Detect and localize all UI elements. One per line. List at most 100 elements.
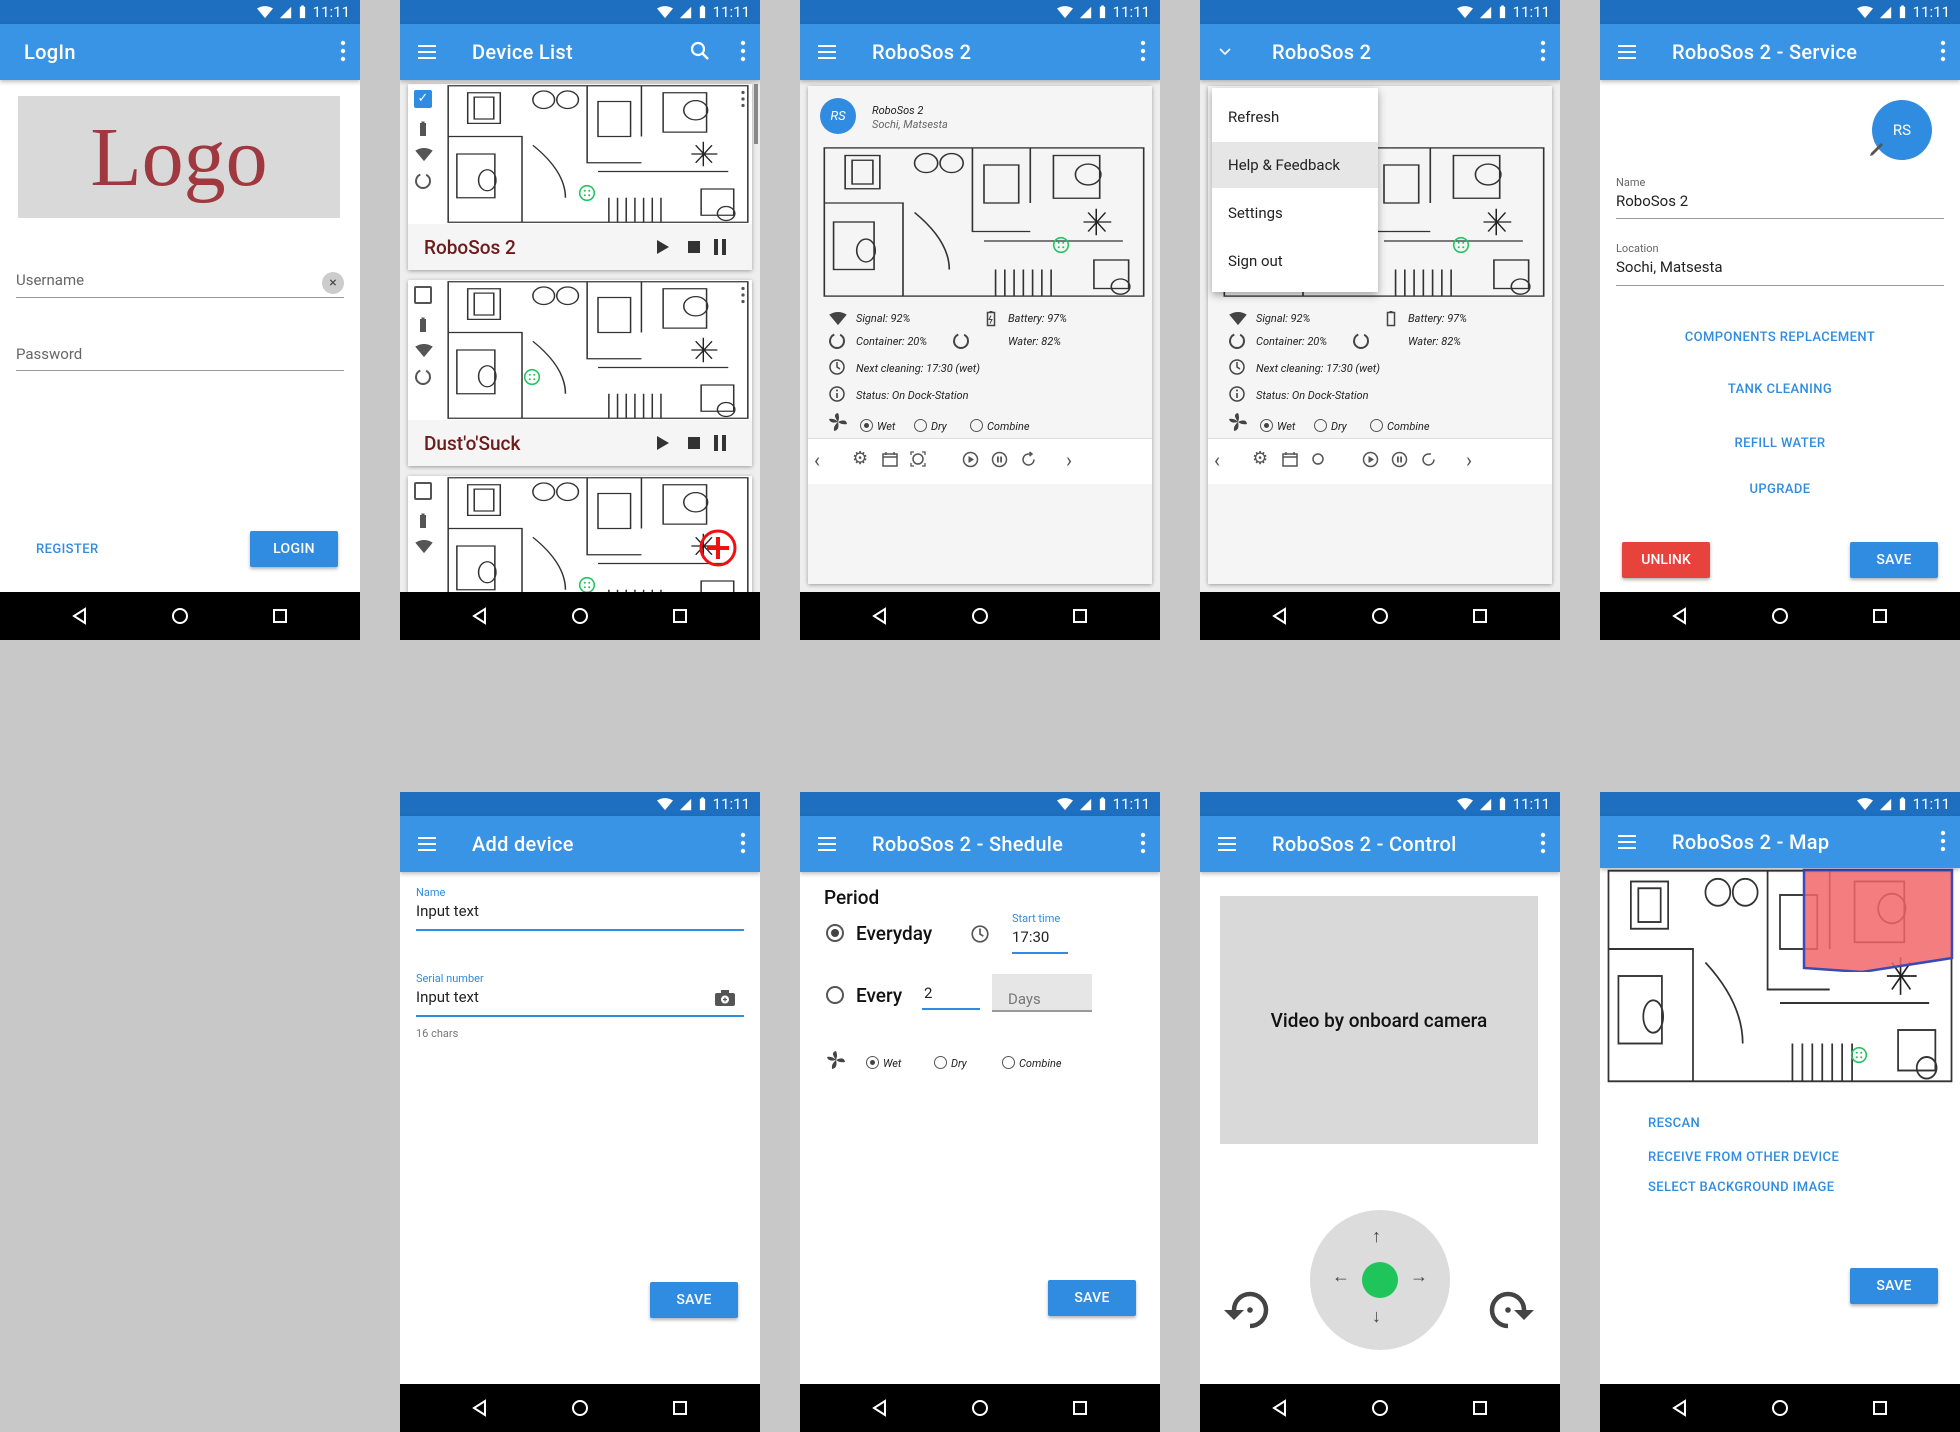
arrow-up-icon[interactable]: ↑ xyxy=(1372,1226,1381,1247)
replay-icon[interactable] xyxy=(1020,451,1037,468)
overflow-menu-icon[interactable] xyxy=(1140,832,1146,854)
stop-icon[interactable] xyxy=(688,241,700,253)
recent-apps-icon[interactable] xyxy=(270,606,290,626)
device-card[interactable]: Dust'o'Suck xyxy=(408,280,752,466)
overflow-menu-icon[interactable] xyxy=(1140,40,1146,62)
chevron-left-icon[interactable]: ‹ xyxy=(1214,448,1220,472)
device-checkbox[interactable] xyxy=(414,286,432,304)
back-icon[interactable] xyxy=(1270,606,1290,626)
overflow-menu-icon[interactable] xyxy=(1940,830,1946,852)
back-icon[interactable] xyxy=(470,606,490,626)
recent-apps-icon[interactable] xyxy=(1870,606,1890,626)
register-button[interactable]: REGISTER xyxy=(36,542,99,557)
start-time-field[interactable]: 17:30 xyxy=(1012,928,1049,946)
menu-icon[interactable] xyxy=(1618,832,1638,852)
overflow-menu-icon[interactable] xyxy=(1540,40,1546,62)
username-input[interactable]: Username xyxy=(16,271,84,289)
chevron-right-icon[interactable]: › xyxy=(1066,448,1072,472)
home-icon[interactable] xyxy=(1770,1398,1790,1418)
card-more-icon[interactable] xyxy=(740,286,746,304)
menu-icon[interactable] xyxy=(818,834,838,854)
mode-dry-radio[interactable]: Dry xyxy=(1314,415,1347,434)
recent-apps-icon[interactable] xyxy=(1470,1398,1490,1418)
overflow-menu-icon[interactable] xyxy=(1540,832,1546,854)
overflow-menu-icon[interactable] xyxy=(740,40,746,62)
recent-apps-icon[interactable] xyxy=(670,606,690,626)
menu-item-refresh[interactable]: Refresh xyxy=(1212,94,1378,140)
menu-item-help-feedback[interactable]: Help & Feedback xyxy=(1212,142,1378,188)
pause-icon[interactable] xyxy=(714,435,726,451)
overflow-menu-icon[interactable] xyxy=(1940,40,1946,62)
play-circle-icon[interactable] xyxy=(962,451,979,468)
device-checkbox[interactable]: ✓ xyxy=(414,90,432,108)
home-icon[interactable] xyxy=(970,606,990,626)
device-card[interactable]: ✓ RoboSos 2 xyxy=(408,84,752,270)
back-icon[interactable] xyxy=(470,1398,490,1418)
rotate-right-icon[interactable] xyxy=(1480,1284,1538,1336)
mode-combine-radio[interactable]: Combine xyxy=(1002,1052,1062,1071)
mode-wet-radio[interactable]: Wet xyxy=(866,1052,901,1071)
stop-icon[interactable] xyxy=(688,437,700,449)
home-icon[interactable] xyxy=(170,606,190,626)
menu-item-sign-out[interactable]: Sign out xyxy=(1212,238,1378,284)
mode-combine-radio[interactable]: Combine xyxy=(1370,415,1430,434)
joystick-knob[interactable] xyxy=(1362,1262,1398,1298)
mode-dry-radio[interactable]: Dry xyxy=(914,415,947,434)
menu-icon[interactable] xyxy=(818,42,838,62)
chevron-right-icon[interactable]: › xyxy=(1466,448,1472,472)
home-icon[interactable] xyxy=(570,1398,590,1418)
save-button[interactable]: SAVE xyxy=(650,1282,738,1318)
pause-icon[interactable] xyxy=(714,239,726,255)
everyday-radio[interactable] xyxy=(826,924,844,942)
card-more-icon[interactable] xyxy=(740,90,746,108)
chevron-left-icon[interactable]: ‹ xyxy=(814,448,820,472)
recent-apps-icon[interactable] xyxy=(1070,1398,1090,1418)
every-radio[interactable] xyxy=(826,986,844,1004)
chevron-down-icon[interactable] xyxy=(1218,44,1232,58)
search-icon[interactable] xyxy=(690,41,710,61)
play-icon[interactable] xyxy=(656,239,670,255)
save-button[interactable]: SAVE xyxy=(1850,1268,1938,1304)
unlink-button[interactable]: UNLINK xyxy=(1622,542,1710,578)
back-icon[interactable] xyxy=(1670,1398,1690,1418)
menu-icon[interactable] xyxy=(418,42,438,62)
recent-apps-icon[interactable] xyxy=(670,1398,690,1418)
selected-zone[interactable] xyxy=(1802,868,1954,972)
save-button[interactable]: SAVE xyxy=(1850,542,1938,578)
home-icon[interactable] xyxy=(1770,606,1790,626)
password-input[interactable]: Password xyxy=(16,345,82,363)
arrow-right-icon[interactable]: → xyxy=(1410,1266,1428,1287)
back-icon[interactable] xyxy=(1670,606,1690,626)
refill-water-button[interactable]: REFILL WATER xyxy=(1600,436,1960,451)
home-icon[interactable] xyxy=(570,606,590,626)
play-circle-icon[interactable] xyxy=(1362,451,1379,468)
menu-icon[interactable] xyxy=(1218,834,1238,854)
recent-apps-icon[interactable] xyxy=(1870,1398,1890,1418)
back-icon[interactable] xyxy=(870,1398,890,1418)
save-button[interactable]: SAVE xyxy=(1048,1280,1136,1316)
rotate-left-icon[interactable] xyxy=(1220,1284,1278,1336)
recent-apps-icon[interactable] xyxy=(1470,606,1490,626)
edit-icon[interactable] xyxy=(1868,140,1886,158)
menu-icon[interactable] xyxy=(418,834,438,854)
gear-icon[interactable]: ⚙ xyxy=(1252,448,1268,469)
pause-circle-icon[interactable] xyxy=(991,451,1008,468)
every-days-field[interactable]: 2 xyxy=(924,984,932,1002)
focus-icon[interactable] xyxy=(1310,451,1326,467)
back-icon[interactable] xyxy=(870,606,890,626)
mode-wet-radio[interactable]: Wet xyxy=(860,415,895,434)
back-icon[interactable] xyxy=(70,606,90,626)
overflow-menu-icon[interactable] xyxy=(740,832,746,854)
days-dropdown[interactable]: Days xyxy=(992,974,1092,1012)
tank-cleaning-button[interactable]: TANK CLEANING xyxy=(1600,382,1960,397)
login-button[interactable]: LOGIN xyxy=(250,531,338,567)
location-field[interactable]: Sochi, Matsesta xyxy=(1616,258,1723,276)
calendar-icon[interactable] xyxy=(882,451,898,467)
mode-dry-radio[interactable]: Dry xyxy=(934,1052,967,1071)
menu-item-settings[interactable]: Settings xyxy=(1212,190,1378,236)
upgrade-button[interactable]: UPGRADE xyxy=(1600,482,1960,497)
home-icon[interactable] xyxy=(1370,1398,1390,1418)
name-field[interactable]: RoboSos 2 xyxy=(1616,192,1688,210)
focus-icon[interactable] xyxy=(910,451,926,467)
home-icon[interactable] xyxy=(1370,606,1390,626)
